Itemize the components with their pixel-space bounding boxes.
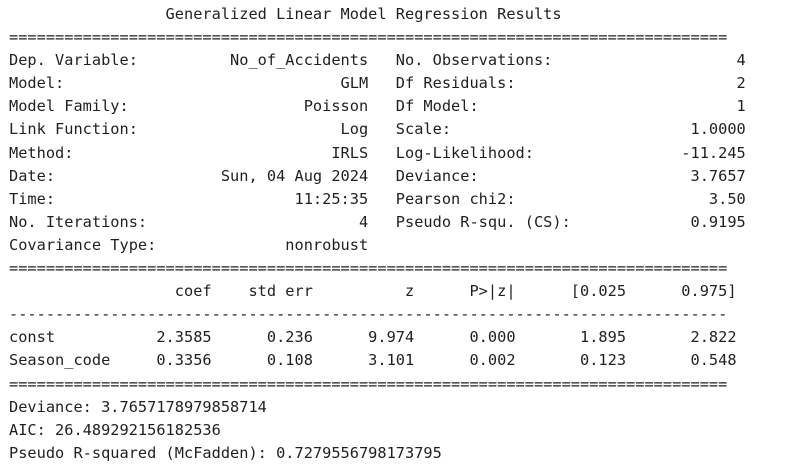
double-rule-middle: ========================================…: [9, 259, 728, 278]
summary-row-date: Date: Sun, 04 Aug 2024 Deviance: 3.7657: [9, 166, 746, 185]
coef-table-header: coef std err z P>|z| [0.025 0.975]: [9, 282, 737, 301]
summary-row-iterations: No. Iterations: 4 Pseudo R-squ. (CS): 0.…: [9, 212, 746, 231]
summary-row-link-function: Link Function: Log Scale: 1.0000: [9, 120, 746, 139]
summary-row-covariance-type: Covariance Type: nonrobust: [9, 235, 369, 254]
glm-results-output: Generalized Linear Model Regression Resu…: [9, 3, 746, 465]
coef-row-season-code: Season_code 0.3356 0.108 3.101 0.002 0.1…: [9, 351, 737, 370]
double-rule-bottom: ========================================…: [9, 374, 728, 393]
summary-row-model: Model: GLM Df Residuals: 2: [9, 74, 746, 93]
summary-row-model-family: Model Family: Poisson Df Model: 1: [9, 97, 746, 116]
single-rule: ----------------------------------------…: [9, 305, 728, 324]
footer-deviance: Deviance: 3.7657178979858714: [9, 397, 267, 416]
summary-row-time: Time: 11:25:35 Pearson chi2: 3.50: [9, 189, 746, 208]
summary-row-method: Method: IRLS Log-Likelihood: -11.245: [9, 143, 746, 162]
double-rule-top: ========================================…: [9, 28, 728, 47]
coef-row-const: const 2.3585 0.236 9.974 0.000 1.895 2.8…: [9, 328, 737, 347]
results-title: Generalized Linear Model Regression Resu…: [9, 5, 562, 23]
summary-row-dep-variable: Dep. Variable: No_of_Accidents No. Obser…: [9, 51, 746, 70]
footer-aic: AIC: 26.489292156182536: [9, 420, 221, 439]
footer-pseudo-r-squared: Pseudo R-squared (McFadden): 0.727955679…: [9, 443, 442, 462]
